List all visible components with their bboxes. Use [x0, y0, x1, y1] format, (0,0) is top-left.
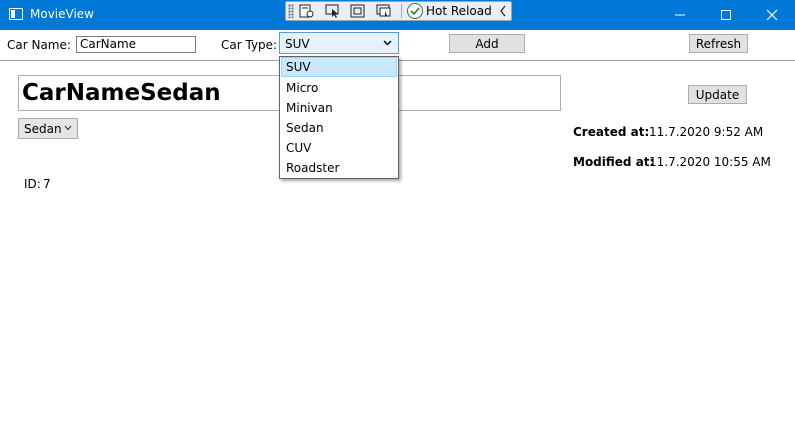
dropdown-option-roadster[interactable]: Roadster [281, 158, 397, 178]
toolbar-separator [401, 4, 402, 18]
modified-at-value: 11.7.2020 10:55 AM [649, 155, 771, 169]
modified-at-label: Modified at: [573, 155, 655, 169]
dropdown-option-micro[interactable]: Micro [281, 78, 397, 98]
chevron-down-icon [64, 125, 72, 131]
car-name-input[interactable]: CarName [76, 36, 196, 53]
live-visual-tree-icon [299, 4, 314, 18]
add-button[interactable]: Add [449, 34, 525, 53]
track-focus-button[interactable] [375, 3, 393, 19]
maximize-icon [721, 10, 731, 20]
app-icon [9, 8, 23, 20]
created-at-value: 11.7.2020 9:52 AM [649, 125, 764, 139]
refresh-button[interactable]: Refresh [689, 34, 748, 53]
minimize-icon [675, 14, 685, 16]
layout-adorners-button[interactable] [349, 3, 367, 19]
update-button[interactable]: Update [688, 85, 747, 104]
created-at-label: Created at: [573, 125, 650, 139]
car-type-label: Car Type: [221, 38, 278, 52]
select-element-icon [325, 4, 339, 18]
chevron-down-icon [383, 40, 392, 46]
detail-car-type-value: Sedan [24, 122, 62, 136]
window-title: MovieView [30, 7, 94, 21]
hot-reload-label: Hot Reload [426, 4, 492, 18]
dropdown-option-sedan[interactable]: Sedan [281, 118, 397, 138]
id-value: 7 [43, 177, 51, 191]
close-button[interactable] [749, 0, 795, 30]
dropdown-option-suv[interactable]: SUV [281, 57, 397, 77]
car-type-dropdown-list[interactable]: SUV Micro Minivan Sedan CUV Roadster [279, 56, 399, 179]
check-circle-icon [410, 7, 420, 16]
xaml-debug-toolbar: Hot Reload [285, 1, 512, 21]
car-type-selected-value: SUV [285, 37, 310, 51]
maximize-button[interactable] [703, 0, 749, 30]
toolbar-grip[interactable] [288, 4, 294, 18]
dropdown-option-cuv[interactable]: CUV [281, 138, 397, 158]
live-visual-tree-button[interactable] [298, 3, 316, 19]
chevron-left-icon [500, 5, 506, 17]
detail-car-type-combobox[interactable]: Sedan [18, 118, 78, 139]
track-focused-element-icon [376, 4, 391, 17]
dropdown-option-minivan[interactable]: Minivan [281, 98, 397, 118]
car-name-label: Car Name: [7, 38, 71, 52]
hot-reload-status-icon [407, 3, 423, 19]
minimize-button[interactable] [657, 0, 703, 30]
display-layout-adorners-icon [350, 4, 365, 18]
close-icon [766, 9, 778, 21]
id-label: ID: [24, 177, 41, 191]
select-element-button[interactable] [324, 3, 342, 19]
car-type-combobox[interactable]: SUV [279, 32, 399, 54]
toolbar-collapse-button[interactable] [497, 3, 509, 19]
